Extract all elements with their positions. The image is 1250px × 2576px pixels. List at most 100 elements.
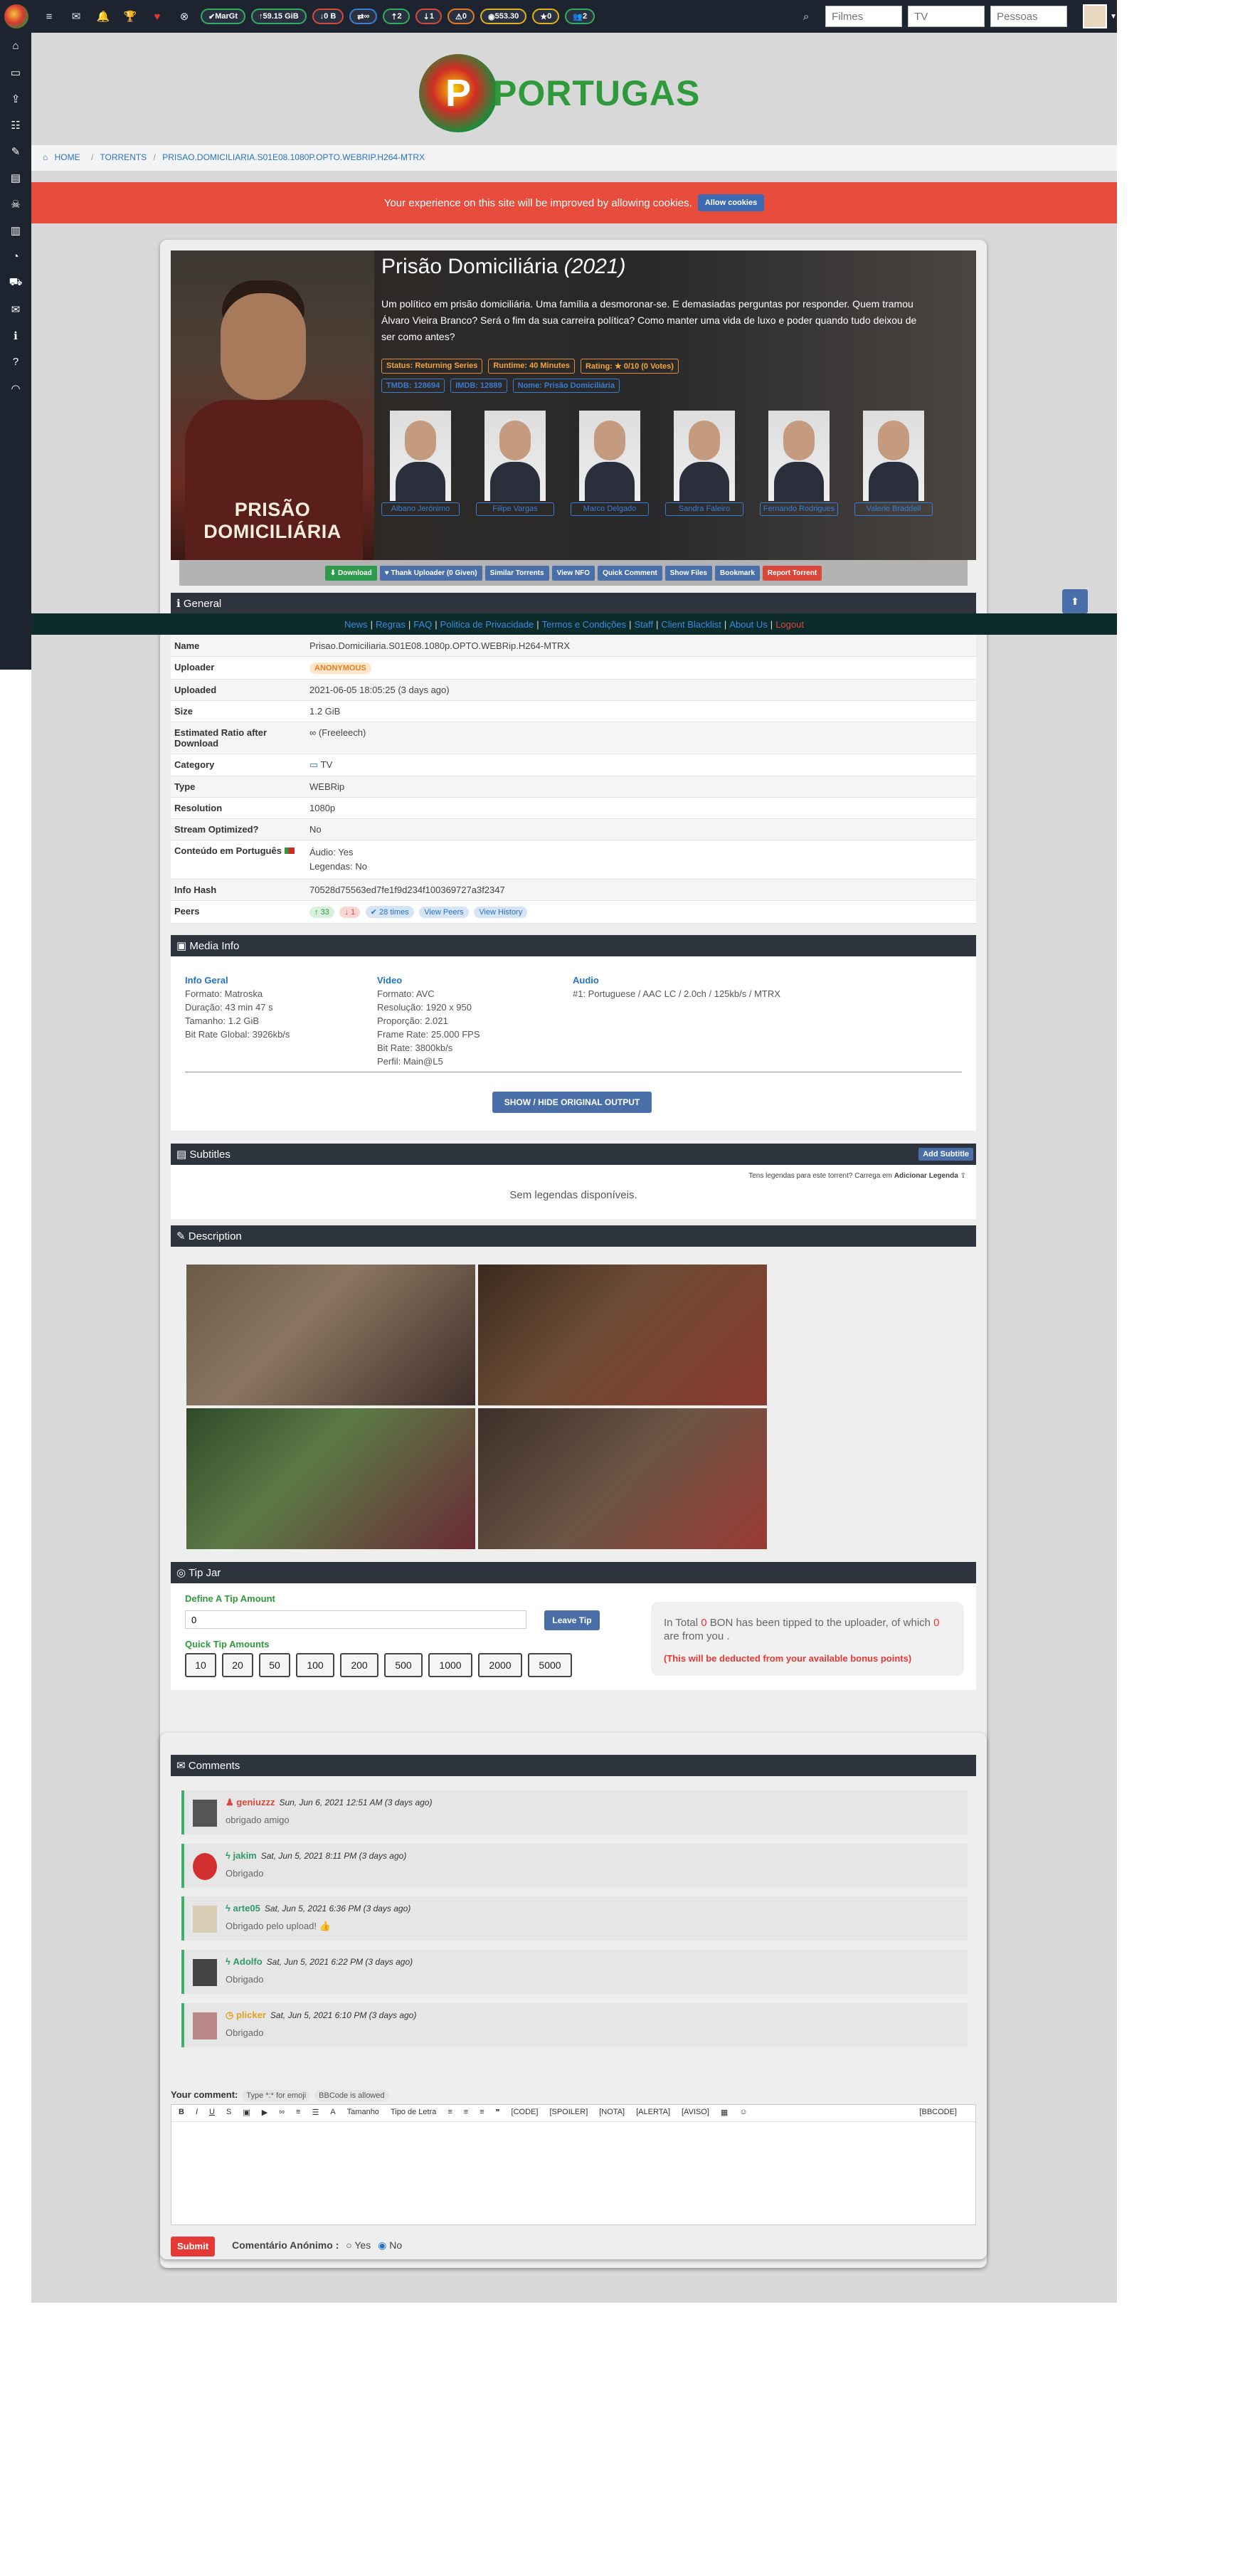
quick-tip-button[interactable]: 1000 bbox=[428, 1653, 472, 1677]
quick-tip-button[interactable]: 500 bbox=[384, 1653, 423, 1677]
quick-tip-button[interactable]: 5000 bbox=[528, 1653, 572, 1677]
user-pill[interactable]: ✔ MarGt bbox=[201, 9, 245, 24]
comment-user[interactable]: ϟ Adolfo bbox=[226, 1956, 263, 1967]
seeders-pill[interactable]: ↑ 33 bbox=[309, 907, 334, 918]
cast-member[interactable]: Filipe Vargas bbox=[476, 411, 554, 516]
download-button[interactable]: ⬇ Download bbox=[324, 565, 377, 581]
comment-textarea[interactable] bbox=[171, 2122, 975, 2223]
note-button[interactable]: [NOTA] bbox=[599, 2108, 625, 2118]
anon-no-radio[interactable]: ◉ No bbox=[378, 2239, 402, 2251]
search-icon[interactable]: ⌕ bbox=[793, 11, 820, 23]
alert-button[interactable]: [ALERTA] bbox=[636, 2108, 670, 2118]
show-files-button[interactable]: Show Files bbox=[664, 565, 712, 581]
skull-icon[interactable]: ☠ bbox=[0, 191, 31, 217]
video-button[interactable]: ▶ bbox=[262, 2108, 268, 2118]
leave-tip-button[interactable]: Leave Tip bbox=[544, 1610, 600, 1630]
database-icon[interactable]: ☷ bbox=[0, 112, 31, 138]
upload-icon[interactable]: ⇪ bbox=[0, 85, 31, 112]
add-subtitle-button[interactable]: Add Subtitle bbox=[918, 1148, 973, 1161]
avatar[interactable] bbox=[193, 1800, 217, 1827]
tmdb-link[interactable]: TMDB: 128694 bbox=[381, 379, 445, 393]
torrents-icon[interactable]: ▭ bbox=[0, 59, 31, 85]
cast-member[interactable]: Sandra Faleiro bbox=[665, 411, 743, 516]
add-subtitle-link[interactable]: Adicionar Legenda bbox=[894, 1172, 958, 1180]
emoji-button[interactable]: ☺ bbox=[739, 2108, 747, 2118]
footer-link-staff[interactable]: Staff bbox=[634, 619, 653, 630]
list-button[interactable]: ≡ bbox=[296, 2108, 300, 2118]
ordered-list-button[interactable]: ☰ bbox=[312, 2108, 319, 2118]
footer-link-faq[interactable]: FAQ bbox=[413, 619, 432, 630]
cart-icon[interactable]: ⛟ bbox=[0, 270, 31, 296]
invites-stat[interactable]: 👥 2 bbox=[565, 9, 595, 24]
search-people-input[interactable] bbox=[990, 6, 1068, 27]
align-center-button[interactable]: ≡ bbox=[464, 2108, 468, 2118]
screenshot-image[interactable] bbox=[186, 1408, 475, 1549]
view-history-button[interactable]: View History bbox=[474, 907, 528, 918]
font-family-select[interactable]: Tipo de Letra bbox=[391, 2108, 436, 2118]
underline-button[interactable]: U bbox=[209, 2108, 215, 2118]
scroll-top-button[interactable]: ⬆ bbox=[1062, 589, 1088, 613]
menu-icon[interactable]: ≡ bbox=[36, 11, 63, 23]
bbcode-toggle[interactable]: [BBCODE] bbox=[919, 2108, 957, 2118]
cast-member[interactable]: Valerie Braddell bbox=[854, 411, 933, 516]
tip-amount-input[interactable] bbox=[185, 1610, 526, 1629]
comment-user[interactable]: ◷ plicker bbox=[226, 2010, 266, 2020]
footer-link-about[interactable]: About Us bbox=[729, 619, 767, 630]
toggle-original-output-button[interactable]: SHOW / HIDE ORIGINAL OUTPUT bbox=[492, 1092, 652, 1113]
avatar[interactable] bbox=[193, 1906, 217, 1933]
imdb-link[interactable]: IMDB: 12889 bbox=[450, 379, 507, 393]
thank-uploader-button[interactable]: ♥ Thank Uploader (0 Given) bbox=[379, 565, 482, 581]
info-icon[interactable]: ℹ bbox=[0, 322, 31, 349]
breadcrumb-torrents[interactable]: TORRENTS bbox=[100, 152, 147, 162]
footer-link-privacy[interactable]: Politica de Privacidade bbox=[440, 619, 534, 630]
footer-link-news[interactable]: News bbox=[344, 619, 368, 630]
chevron-down-icon[interactable]: ▼ bbox=[1110, 13, 1117, 21]
quote-button[interactable]: ❞ bbox=[496, 2108, 500, 2118]
trophy-icon[interactable]: 🏆 bbox=[117, 10, 144, 23]
quick-tip-button[interactable]: 2000 bbox=[478, 1653, 522, 1677]
align-right-button[interactable]: ≡ bbox=[480, 2108, 484, 2118]
bookmark-button[interactable]: Bookmark bbox=[715, 565, 760, 581]
seeding-stat[interactable]: ⇡ 2 bbox=[383, 9, 410, 24]
view-nfo-button[interactable]: View NFO bbox=[551, 565, 595, 581]
breadcrumb-home[interactable]: ⌂ HOME bbox=[43, 152, 85, 162]
bold-button[interactable]: B bbox=[179, 2108, 184, 2118]
chart-icon[interactable]: ▥ bbox=[0, 217, 31, 243]
leechers-pill[interactable]: ↓ 1 bbox=[339, 907, 361, 918]
home-icon[interactable]: ⌂ bbox=[0, 33, 31, 59]
link-button[interactable]: ∞ bbox=[279, 2108, 285, 2118]
allow-cookies-button[interactable]: Allow cookies bbox=[697, 194, 765, 211]
quick-tip-button[interactable]: 50 bbox=[259, 1653, 290, 1677]
fl-tokens-stat[interactable]: ★ 0 bbox=[532, 9, 560, 24]
pie-chart-icon[interactable]: ◔ bbox=[0, 243, 31, 270]
align-left-button[interactable]: ≡ bbox=[447, 2108, 452, 2118]
site-logo-icon[interactable] bbox=[4, 4, 28, 28]
quick-tip-button[interactable]: 200 bbox=[340, 1653, 378, 1677]
avatar[interactable] bbox=[193, 2012, 217, 2039]
quick-comment-button[interactable]: Quick Comment bbox=[598, 565, 662, 581]
leeching-stat[interactable]: ⇣ 1 bbox=[415, 9, 443, 24]
screenshot-image[interactable] bbox=[478, 1408, 767, 1549]
search-tv-input[interactable] bbox=[908, 6, 985, 27]
screenshot-image[interactable] bbox=[186, 1265, 475, 1405]
spoiler-button[interactable]: [SPOILER] bbox=[549, 2108, 588, 2118]
report-torrent-button[interactable]: Report Torrent bbox=[762, 565, 822, 581]
collection-link[interactable]: Nome: Prisão Domiciliária bbox=[512, 379, 620, 393]
quick-tip-button[interactable]: 10 bbox=[185, 1653, 216, 1677]
anon-yes-radio[interactable]: ○ Yes bbox=[346, 2239, 371, 2251]
user-avatar[interactable] bbox=[1083, 4, 1108, 28]
code-button[interactable]: [CODE] bbox=[512, 2108, 539, 2118]
rss-icon[interactable]: ◠ bbox=[0, 375, 31, 401]
avatar[interactable] bbox=[193, 1853, 217, 1880]
wand-icon[interactable]: ✎ bbox=[0, 138, 31, 164]
comment-user[interactable]: ♟ geniuzzz bbox=[226, 1797, 275, 1807]
cast-member[interactable]: Albano Jerónimo bbox=[381, 411, 460, 516]
image-button[interactable]: ▣ bbox=[243, 2108, 250, 2118]
search-movies-input[interactable] bbox=[825, 6, 903, 27]
similar-torrents-button[interactable]: Similar Torrents bbox=[484, 565, 549, 581]
help-icon[interactable]: ? bbox=[0, 349, 31, 375]
footer-link-terms[interactable]: Termos e Condições bbox=[542, 619, 627, 630]
bell-icon[interactable]: 🔔 bbox=[90, 10, 117, 23]
completed-pill[interactable]: ✔ 28 times bbox=[365, 906, 414, 918]
strike-button[interactable]: S bbox=[226, 2108, 231, 2118]
